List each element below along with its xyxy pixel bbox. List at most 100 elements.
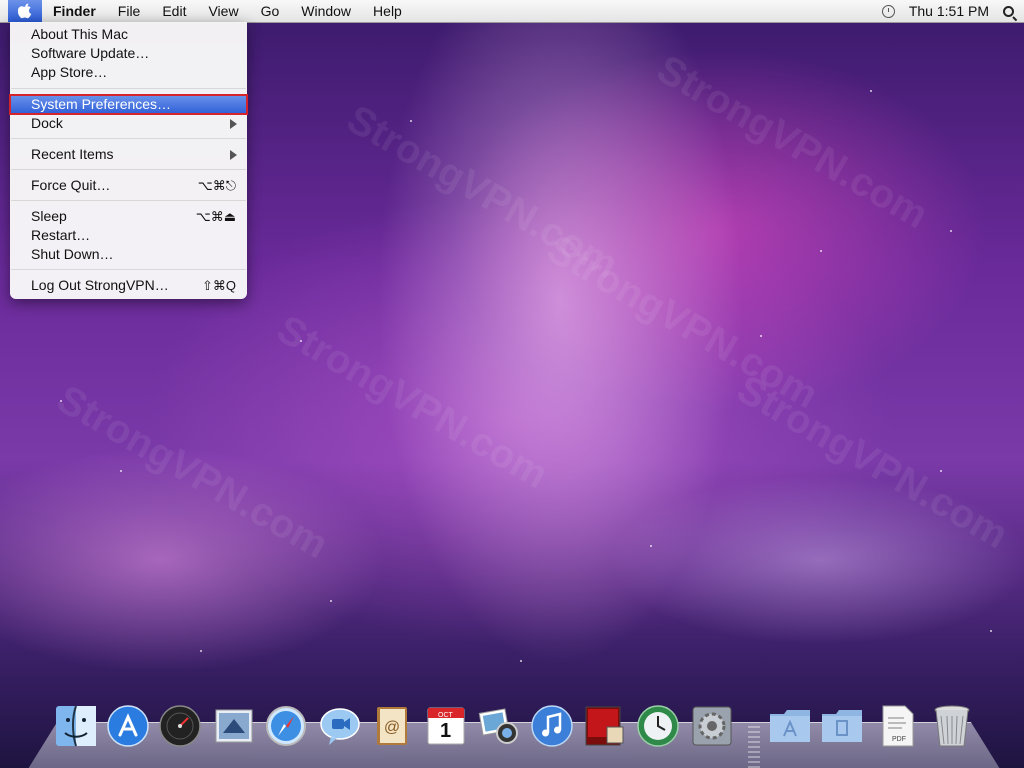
menu-separator	[11, 200, 246, 201]
system-preferences-icon	[692, 706, 732, 746]
menu-window[interactable]: Window	[290, 0, 362, 22]
menu-item-label: Recent Items	[31, 146, 114, 162]
safari-icon	[266, 706, 306, 746]
menu-item-dock[interactable]: Dock	[10, 114, 247, 133]
watermark: StrongVPN.com	[49, 376, 336, 568]
keyboard-shortcut: ⇧⌘Q	[201, 278, 236, 293]
menu-separator	[11, 88, 246, 89]
menu-extras: Thu 1:51 PM	[881, 0, 1014, 22]
applications-folder-icon	[770, 710, 810, 742]
apple-icon[interactable]	[8, 0, 42, 22]
apple-menu: About This Mac Software Update… App Stor…	[9, 22, 248, 299]
menu-item-sleep[interactable]: Sleep ⌥⌘⏏	[10, 207, 247, 226]
dock-divider	[748, 726, 760, 768]
pdf-document-icon[interactable]: PDF	[876, 704, 920, 748]
menu-item-recent-items[interactable]: Recent Items	[10, 145, 247, 164]
star	[120, 470, 122, 472]
trash-icon	[934, 705, 970, 747]
star	[300, 340, 302, 342]
time-machine-icon	[637, 705, 679, 747]
watermark: StrongVPN.com	[539, 226, 826, 418]
menu-item-app-store[interactable]: App Store…	[10, 63, 247, 82]
system-preferences-icon[interactable]	[690, 704, 734, 748]
menu-file[interactable]: File	[107, 0, 152, 22]
star	[60, 400, 62, 402]
time-machine-icon[interactable]	[881, 4, 895, 18]
dashboard-icon[interactable]	[158, 704, 202, 748]
finder-icon[interactable]	[54, 704, 98, 748]
menu-view[interactable]: View	[197, 0, 249, 22]
clock[interactable]: Thu 1:51 PM	[909, 3, 989, 19]
pdf-label: PDF	[892, 736, 906, 743]
keyboard-shortcut: ⌥⌘⎋	[197, 178, 236, 193]
dashboard-icon	[159, 705, 201, 747]
menu-item-force-quit[interactable]: Force Quit… ⌥⌘⎋	[10, 176, 247, 195]
menu-separator	[11, 138, 246, 139]
watermark: StrongVPN.com	[339, 96, 626, 288]
iphoto-icon[interactable]	[476, 704, 520, 748]
star	[990, 630, 992, 632]
menu-item-label: Dock	[31, 115, 63, 131]
star	[330, 600, 332, 602]
star	[200, 650, 202, 652]
mail-icon[interactable]	[212, 704, 256, 748]
menu-item-log-out[interactable]: Log Out StrongVPN… ⇧⌘Q	[10, 276, 247, 295]
menu-help[interactable]: Help	[362, 0, 413, 22]
menu-item-software-update[interactable]: Software Update…	[10, 44, 247, 63]
watermark: StrongVPN.com	[269, 306, 556, 498]
star	[410, 120, 412, 122]
menu-item-shut-down[interactable]: Shut Down…	[10, 245, 247, 264]
address-book-icon[interactable]: @	[370, 704, 414, 748]
menu-item-label: Sleep	[31, 208, 67, 224]
itunes-icon	[531, 705, 573, 747]
menu-item-label: Software Update…	[31, 45, 150, 61]
menu-item-label: Force Quit…	[31, 177, 111, 193]
menu-item-label: System Preferences…	[31, 96, 172, 112]
itunes-icon[interactable]	[530, 704, 574, 748]
finder-icon	[56, 705, 96, 747]
menu-item-label: App Store…	[31, 64, 108, 80]
front-row-icon[interactable]	[582, 704, 626, 748]
star	[520, 660, 522, 662]
app-store-icon[interactable]	[106, 704, 150, 748]
menu-item-label: Restart…	[31, 227, 91, 243]
trash-icon[interactable]	[930, 704, 974, 748]
menu-item-label: About This Mac	[31, 26, 129, 42]
ichat-icon	[320, 708, 360, 745]
documents-folder-icon	[822, 710, 862, 742]
watermark: StrongVPN.com	[729, 366, 1016, 558]
ichat-icon[interactable]	[318, 704, 362, 748]
star	[650, 545, 652, 547]
safari-icon[interactable]	[264, 704, 308, 748]
watermark: StrongVPN.com	[649, 46, 936, 238]
menu-bar: Finder File Edit View Go Window Help Thu…	[0, 0, 1024, 23]
time-machine-icon[interactable]	[636, 704, 680, 748]
mail-icon	[215, 709, 253, 743]
submenu-arrow-icon	[230, 150, 237, 160]
app-store-icon	[107, 705, 149, 747]
spotlight-search-icon[interactable]	[1003, 5, 1014, 17]
front-row-icon	[585, 706, 624, 746]
ical-icon[interactable]: OCT 1	[424, 704, 468, 748]
menu-edit[interactable]: Edit	[151, 0, 197, 22]
desktop: StrongVPN.com StrongVPN.com StrongVPN.co…	[0, 0, 1024, 768]
menu-go[interactable]: Go	[250, 0, 291, 22]
menu-item-system-preferences[interactable]: System Preferences…	[9, 94, 248, 115]
menu-separator	[11, 269, 246, 270]
keyboard-shortcut: ⌥⌘⏏	[195, 209, 236, 224]
star	[820, 250, 822, 252]
menu-item-label: Log Out StrongVPN…	[31, 277, 169, 293]
ical-month: OCT	[438, 712, 453, 719]
menu-finder[interactable]: Finder	[42, 0, 107, 22]
menu-item-about-this-mac[interactable]: About This Mac	[10, 25, 247, 44]
menu-item-label: Shut Down…	[31, 246, 114, 262]
star	[870, 90, 872, 92]
documents-folder-icon[interactable]	[820, 704, 864, 748]
svg-text:@: @	[384, 719, 400, 736]
star	[950, 230, 952, 232]
applications-folder-icon[interactable]	[768, 704, 812, 748]
star	[940, 470, 942, 472]
menu-item-restart[interactable]: Restart…	[10, 226, 247, 245]
address-book-icon: @	[377, 707, 407, 745]
menu-separator	[11, 169, 246, 170]
